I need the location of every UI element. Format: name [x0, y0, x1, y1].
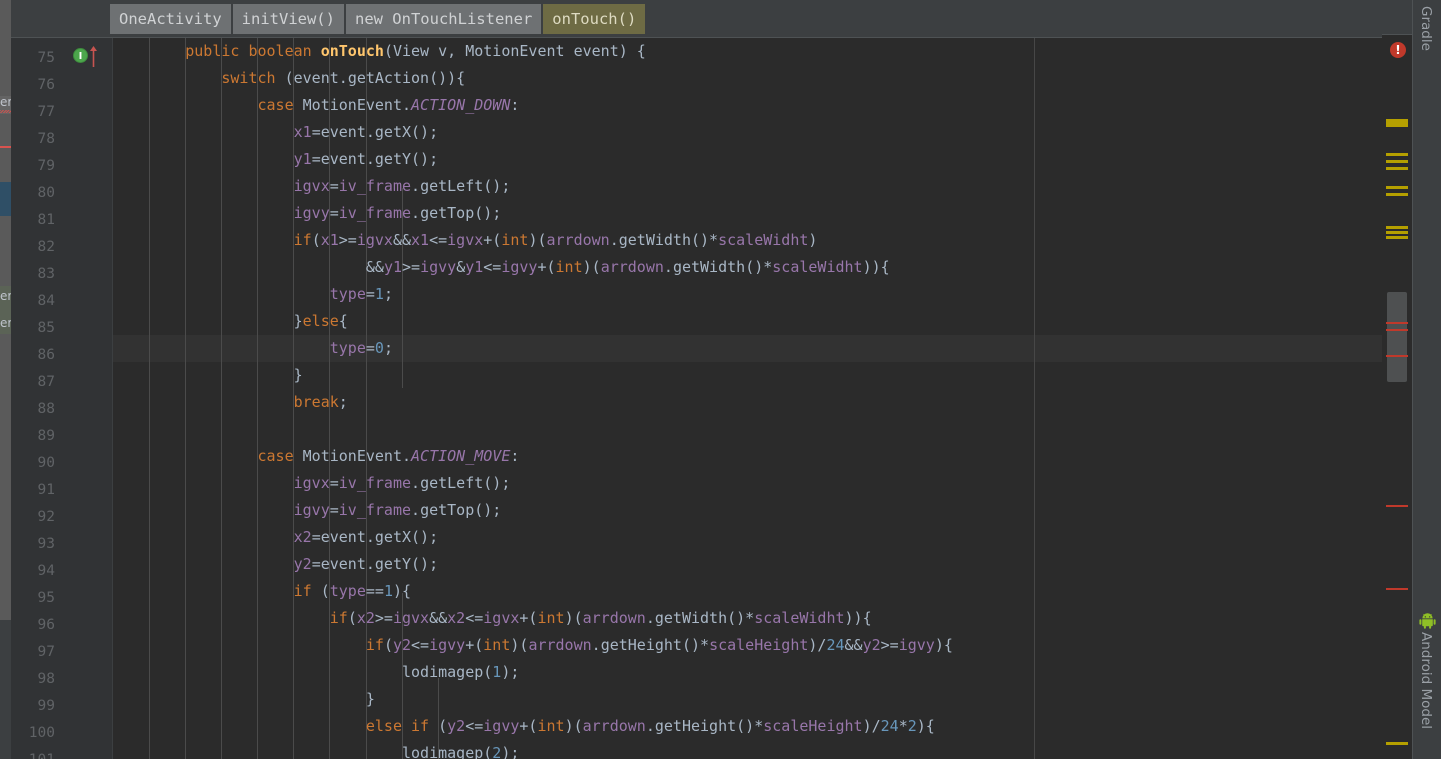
error-stripe-marker-bar[interactable]: ! — [1382, 0, 1412, 759]
line-number: 91 — [37, 482, 55, 498]
popup-item-fragment[interactable]: er — [0, 290, 11, 303]
code-line[interactable]: case MotionEvent.ACTION_MOVE: — [113, 443, 520, 470]
line-number: 89 — [37, 428, 55, 444]
warning-stripe[interactable] — [1386, 742, 1408, 745]
breadcrumb-item-anonymous-class[interactable]: new OnTouchListener — [345, 4, 542, 34]
code-line[interactable]: case MotionEvent.ACTION_DOWN: — [113, 92, 520, 119]
breadcrumb-item-method[interactable]: initView() — [232, 4, 344, 34]
breadcrumb-item-current-method[interactable]: onTouch() — [543, 4, 646, 34]
line-number: 77 — [37, 104, 55, 120]
code-line[interactable]: else if (y2<=igvy+(int)(arrdown.getHeigh… — [113, 713, 935, 740]
warning-stripe[interactable] — [1386, 186, 1408, 189]
line-number: 96 — [37, 617, 55, 633]
tool-window-tab-android-model-label: Android Model — [1418, 632, 1434, 730]
error-stripe[interactable] — [1386, 322, 1408, 324]
code-line[interactable]: if (type==1){ — [113, 578, 411, 605]
line-number: 98 — [37, 671, 55, 687]
completion-popup-remnant[interactable]: er er er — [0, 0, 11, 620]
popup-selected-item[interactable] — [0, 182, 11, 216]
line-number: 87 — [37, 374, 55, 390]
line-number: 97 — [37, 644, 55, 660]
code-line[interactable]: if(y2<=igvy+(int)(arrdown.getHeight()*sc… — [113, 632, 953, 659]
error-stripe[interactable] — [1386, 588, 1408, 590]
line-number: 78 — [37, 131, 55, 147]
code-line[interactable]: type=1; — [113, 281, 393, 308]
line-number: 76 — [37, 77, 55, 93]
popup-item-fragment[interactable]: er — [0, 317, 11, 330]
tool-window-tab-gradle-label: Gradle — [1418, 6, 1434, 51]
error-stripe[interactable] — [1386, 329, 1408, 331]
code-line[interactable]: igvx=iv_frame.getLeft(); — [113, 173, 511, 200]
right-margin-guide — [1034, 38, 1035, 759]
code-line[interactable]: igvy=iv_frame.getTop(); — [113, 497, 502, 524]
code-line[interactable]: } — [113, 686, 375, 713]
breadcrumb: OneActivity initView() new OnTouchListen… — [11, 0, 1382, 38]
warning-stripe[interactable] — [1386, 236, 1408, 239]
line-number: 75 — [37, 50, 55, 66]
line-number: 79 — [37, 158, 55, 174]
editor-panel: OneActivity initView() new OnTouchListen… — [11, 0, 1382, 759]
code-line[interactable]: x1=event.getX(); — [113, 119, 439, 146]
line-number: 86 — [37, 347, 55, 363]
error-stripe[interactable] — [1386, 355, 1408, 357]
code-line[interactable]: } — [113, 362, 303, 389]
warning-stripe[interactable] — [1386, 226, 1408, 229]
warning-stripe[interactable] — [1386, 153, 1408, 156]
code-line[interactable]: lodimagep(2); — [113, 740, 519, 759]
line-number: 99 — [37, 698, 55, 714]
editor-scrollbar-thumb[interactable] — [1387, 292, 1407, 382]
code-line[interactable]: &&y1>=igvy&y1<=igvy+(int)(arrdown.getWid… — [113, 254, 890, 281]
code-line[interactable]: if(x2>=igvx&&x2<=igvx+(int)(arrdown.getW… — [113, 605, 872, 632]
code-line[interactable]: x2=event.getX(); — [113, 524, 439, 551]
code-line[interactable]: switch (event.getAction()){ — [113, 65, 465, 92]
popup-item-fragment[interactable]: er — [0, 96, 11, 109]
warning-stripe[interactable] — [1386, 160, 1408, 163]
code-line[interactable]: y2=event.getY(); — [113, 551, 439, 578]
warning-stripe[interactable] — [1386, 193, 1408, 196]
code-line[interactable]: y1=event.getY(); — [113, 146, 439, 173]
error-count-badge[interactable]: ! — [1390, 42, 1406, 58]
line-number: 93 — [37, 536, 55, 552]
line-number: 95 — [37, 590, 55, 606]
code-line[interactable]: if(x1>=igvx&&x1<=igvx+(int)(arrdown.getW… — [113, 227, 818, 254]
android-robot-icon — [1419, 613, 1436, 629]
line-number: 83 — [37, 266, 55, 282]
breadcrumb-item-class[interactable]: OneActivity — [110, 4, 231, 34]
left-edge-strip — [0, 620, 11, 759]
code-line[interactable]: igvy=iv_frame.getTop(); — [113, 200, 502, 227]
code-line[interactable]: type=0; — [113, 335, 393, 362]
line-number: 81 — [37, 212, 55, 228]
code-line[interactable]: }else{ — [113, 308, 348, 335]
line-number-gutter[interactable]: 75 76 77 78 79 80 81 82 83 84 85 86 87 88 89 90 91 92 93 94… — [11, 38, 113, 759]
line-number: 82 — [37, 239, 55, 255]
line-number: 90 — [37, 455, 55, 471]
override-arrow-icon[interactable] — [89, 45, 98, 67]
line-number: 92 — [37, 509, 55, 525]
line-number: 88 — [37, 401, 55, 417]
line-number: 101 — [11, 747, 55, 759]
line-number: 84 — [37, 293, 55, 309]
code-content[interactable]: public boolean onTouch(View v, MotionEve… — [113, 38, 1382, 759]
code-line[interactable]: public boolean onTouch(View v, MotionEve… — [113, 38, 646, 65]
implements-method-icon[interactable]: I — [73, 48, 88, 63]
android-studio-editor-window: er er er OneActivity initView() new OnTo… — [0, 0, 1441, 759]
marker-bar-header — [1382, 0, 1412, 35]
line-number: 100 — [28, 725, 55, 741]
warning-stripe[interactable] — [1386, 119, 1408, 127]
code-line[interactable]: igvx=iv_frame.getLeft(); — [113, 470, 511, 497]
error-squiggle-icon — [0, 110, 11, 113]
code-line[interactable]: break; — [113, 389, 348, 416]
line-number: 94 — [37, 563, 55, 579]
warning-stripe[interactable] — [1386, 231, 1408, 234]
line-number: 85 — [37, 320, 55, 336]
code-line[interactable]: lodimagep(1); — [113, 659, 519, 686]
warning-stripe[interactable] — [1386, 167, 1408, 170]
right-tool-window-bar: Gradle Android Model — [1412, 0, 1441, 759]
error-stripe[interactable] — [1386, 505, 1408, 507]
line-number: 80 — [37, 185, 55, 201]
